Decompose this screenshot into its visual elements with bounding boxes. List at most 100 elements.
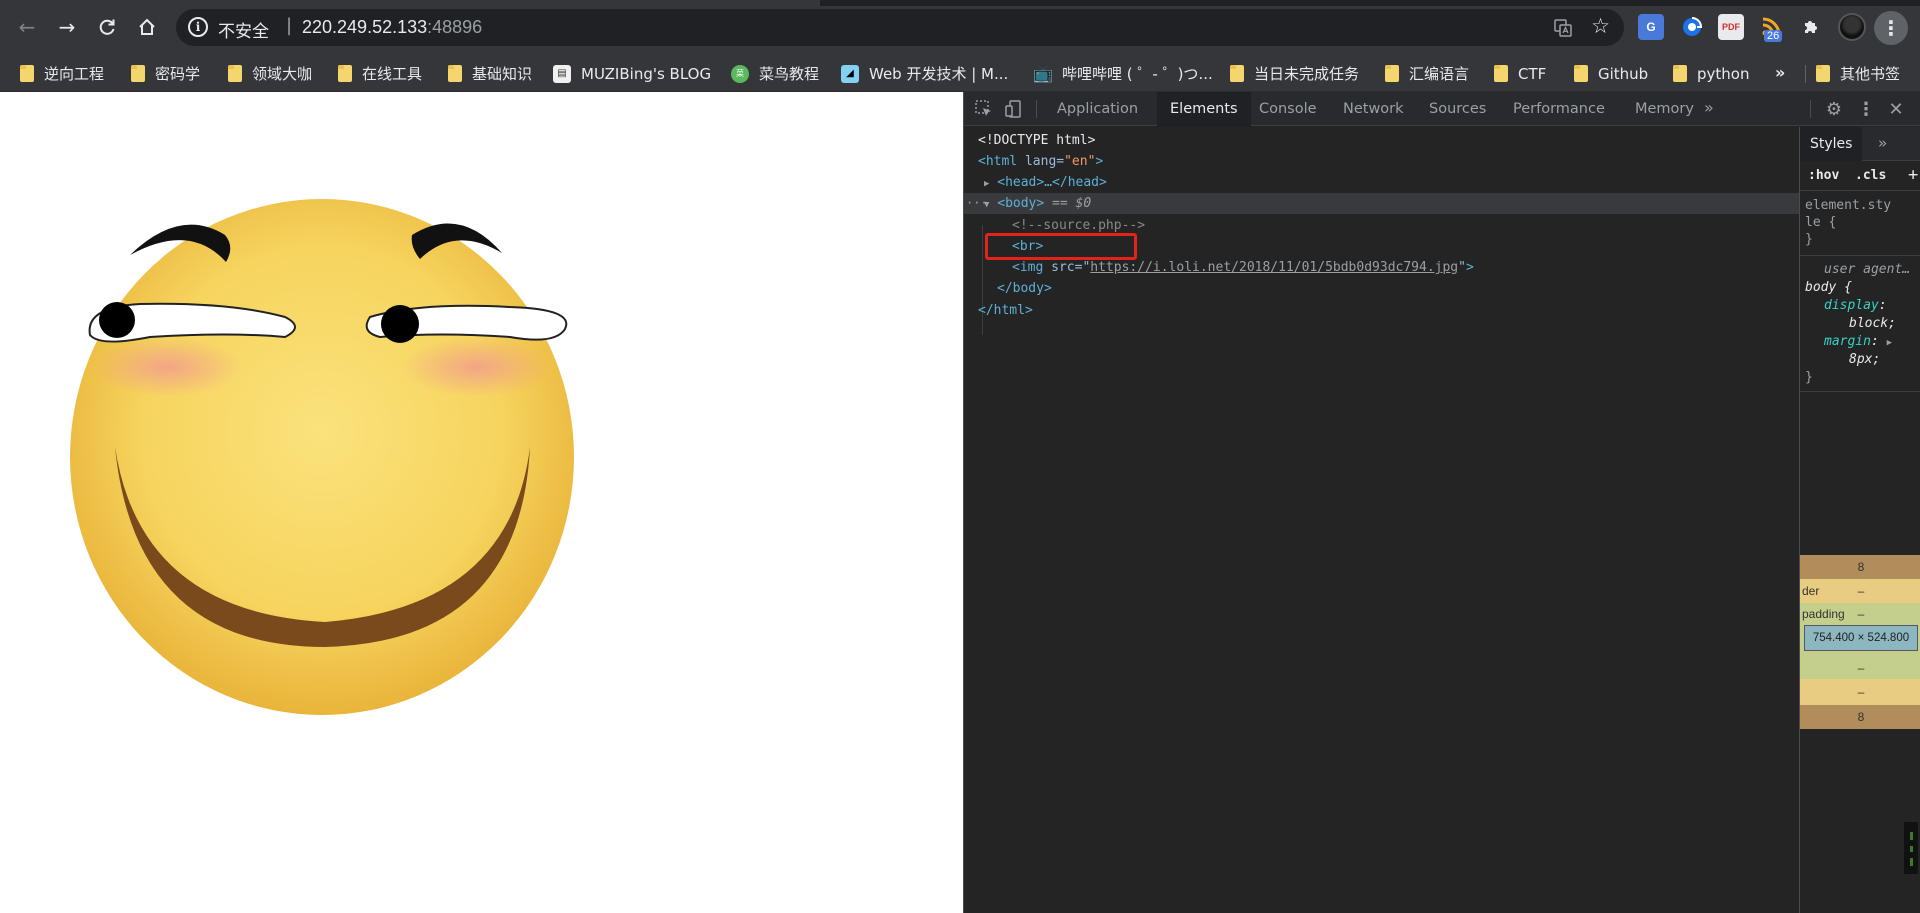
- home-button[interactable]: [132, 12, 162, 42]
- rule-close: }: [1805, 369, 1813, 386]
- folder-icon: [228, 65, 242, 82]
- rule-divider: [1800, 391, 1920, 392]
- bookmark-item[interactable]: 菜菜鸟教程: [731, 55, 819, 92]
- dom-node-doctype[interactable]: <!DOCTYPE html>: [964, 130, 1799, 151]
- bookmark-item[interactable]: 汇编语言: [1385, 55, 1469, 92]
- close-brace: }: [1805, 232, 1813, 247]
- dom-node-html-close[interactable]: </html>: [964, 300, 1799, 321]
- class-toggle[interactable]: .cls: [1855, 168, 1886, 183]
- dom-node-head[interactable]: ▶ <head>…</head>: [964, 172, 1799, 193]
- info-icon[interactable]: i: [188, 17, 208, 37]
- box-model-border[interactable]: der –: [1800, 579, 1920, 603]
- settings-gear-icon[interactable]: ⚙: [1824, 99, 1844, 120]
- url-text[interactable]: 220.249.52.133:48896: [302, 17, 482, 38]
- property-name: display: [1824, 298, 1879, 313]
- bookmark-label: 其他书签: [1840, 65, 1901, 83]
- translate-extension-label: G: [1646, 20, 1656, 34]
- page-viewport: [0, 92, 963, 913]
- reload-button[interactable]: [92, 12, 122, 42]
- body-rule-selector[interactable]: body {: [1805, 279, 1852, 296]
- tab-sources[interactable]: Sources: [1416, 92, 1499, 126]
- browser-menu-button[interactable]: ⋮: [1874, 11, 1908, 45]
- dom-node-br[interactable]: <br>: [964, 236, 1799, 257]
- folder-icon: [1494, 65, 1508, 82]
- bookmark-item[interactable]: CTF: [1494, 55, 1546, 92]
- tab-performance[interactable]: Performance: [1500, 92, 1618, 126]
- address-bar[interactable]: i 不安全 | 220.249.52.133:48896 ☆: [176, 9, 1624, 46]
- tab-label: Performance: [1513, 101, 1605, 117]
- mdn-favicon: ◢: [841, 64, 859, 83]
- head-tag: <head>…</head>: [997, 175, 1107, 190]
- more-panes-button[interactable]: »: [1878, 134, 1887, 152]
- devtools-panel: Application Elements Console Network Sou…: [963, 92, 1920, 913]
- shield-extension-icon[interactable]: [1679, 14, 1705, 40]
- pdf-extension-icon[interactable]: PDF: [1718, 14, 1744, 40]
- bookmark-item[interactable]: 逆向工程: [20, 55, 104, 92]
- tab-styles[interactable]: Styles: [1800, 127, 1863, 161]
- security-status[interactable]: 不安全: [218, 17, 269, 42]
- bookmark-item[interactable]: 密码学: [131, 55, 200, 92]
- bookmark-item[interactable]: 当日未完成任务: [1230, 55, 1359, 92]
- more-tabs-button[interactable]: »: [1704, 98, 1714, 117]
- border-label: der: [1802, 584, 1820, 598]
- other-bookmarks[interactable]: 其他书签: [1816, 55, 1900, 92]
- left-pupil: [99, 302, 135, 338]
- dom-node-img[interactable]: <img src="https://i.loli.net/2018/11/01/…: [964, 257, 1799, 278]
- profile-avatar[interactable]: [1838, 13, 1866, 41]
- google-translate-extension-icon[interactable]: G: [1638, 14, 1664, 40]
- close-brace: }: [1805, 370, 1813, 385]
- device-toolbar-icon[interactable]: [1004, 99, 1024, 119]
- forward-button[interactable]: →: [52, 12, 82, 42]
- bookmark-item[interactable]: python: [1673, 55, 1749, 92]
- tab-network[interactable]: Network: [1330, 92, 1417, 126]
- tab-console[interactable]: Console: [1246, 92, 1330, 126]
- dom-node-body-close[interactable]: </body>: [964, 278, 1799, 299]
- border-bottom-value: –: [1857, 685, 1865, 699]
- element-style-selector: element.sty: [1805, 198, 1892, 213]
- expand-triangle-icon[interactable]: ▶: [984, 179, 989, 189]
- back-button[interactable]: ←: [12, 12, 42, 42]
- bookmark-item[interactable]: ◢ Web 开发技术 | M...: [841, 55, 1008, 92]
- node-actions-ellipsis[interactable]: ···: [966, 193, 988, 214]
- box-model-margin-bottom[interactable]: 8: [1800, 705, 1920, 729]
- active-tab[interactable]: [0, 0, 820, 6]
- translate-page-icon[interactable]: [1552, 17, 1574, 39]
- tab-application[interactable]: Application: [1044, 92, 1151, 126]
- box-model-border-bottom[interactable]: –: [1800, 679, 1920, 705]
- display-value[interactable]: block;: [1849, 315, 1896, 332]
- tab-memory[interactable]: Memory: [1622, 92, 1707, 126]
- right-pupil: [381, 305, 419, 343]
- box-model-content[interactable]: 754.400 × 524.800: [1804, 625, 1918, 651]
- dom-node-html[interactable]: <html lang="en">: [964, 151, 1799, 172]
- new-rule-button[interactable]: +: [1908, 165, 1918, 185]
- toolbar-divider: [1036, 100, 1037, 118]
- expand-triangle-icon[interactable]: ▶: [1887, 338, 1892, 348]
- margin-value[interactable]: 8px;: [1849, 351, 1880, 368]
- hover-state-toggle[interactable]: :hov: [1808, 168, 1839, 183]
- extensions-puzzle-icon[interactable]: [1798, 14, 1824, 40]
- margin-declaration[interactable]: margin: ▶: [1824, 333, 1892, 352]
- element-style-rule[interactable]: element.sty: [1805, 197, 1891, 214]
- bookmarks-bar: 逆向工程 密码学 领域大咖 在线工具 基础知识 ▤ MUZIBing's BLOG…: [0, 55, 1920, 92]
- bookmark-star-icon[interactable]: ☆: [1591, 14, 1610, 38]
- box-model-margin-top[interactable]: 8: [1800, 555, 1920, 579]
- bookmark-item[interactable]: 在线工具: [338, 55, 422, 92]
- dom-node-body-selected[interactable]: ··· ▼ <body> == $0: [964, 193, 1799, 214]
- img-src-link[interactable]: https://i.loli.net/2018/11/01/5bdb0d93dc…: [1090, 260, 1458, 275]
- display-declaration[interactable]: display:: [1824, 297, 1887, 314]
- bookmark-item[interactable]: 领域大咖: [228, 55, 312, 92]
- bookmark-label: 汇编语言: [1409, 65, 1470, 83]
- folder-icon: [1574, 65, 1588, 82]
- close-icon[interactable]: ✕: [1886, 99, 1906, 120]
- home-icon: [139, 18, 155, 35]
- bookmark-item[interactable]: 📺 哔哩哔哩 ( ゜- ゜)つ...: [1033, 55, 1213, 92]
- bookmark-item[interactable]: 基础知识: [448, 55, 532, 92]
- devtools-menu-icon[interactable]: ⋮: [1856, 99, 1876, 120]
- tab-elements[interactable]: Elements: [1157, 92, 1251, 127]
- inspect-element-icon[interactable]: [974, 99, 994, 119]
- element-style-rule[interactable]: le {: [1805, 214, 1836, 231]
- bookmark-item[interactable]: Github: [1574, 55, 1648, 92]
- bookmarks-overflow-button[interactable]: »: [1775, 63, 1785, 82]
- bookmark-item[interactable]: ▤ MUZIBing's BLOG: [553, 55, 711, 92]
- user-agent-label: user agent…: [1824, 261, 1910, 278]
